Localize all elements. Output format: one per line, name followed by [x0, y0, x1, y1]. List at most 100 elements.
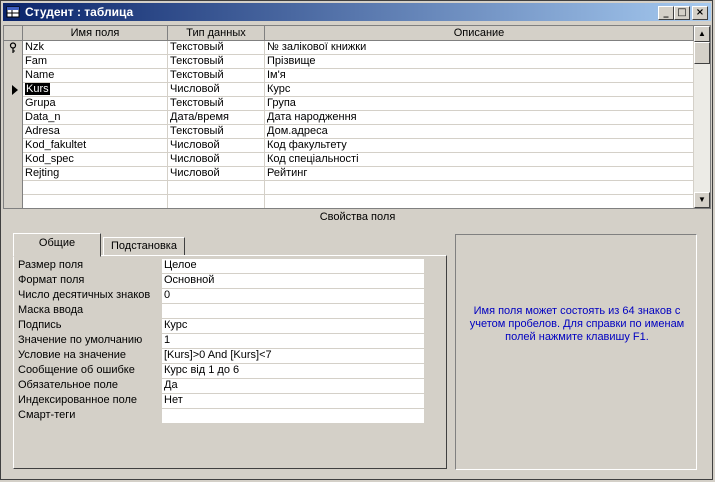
table-row[interactable]: Fam Текстовый Прізвище	[4, 55, 694, 69]
data-type-cell[interactable]: Числовой	[168, 83, 265, 96]
description-cell[interactable]	[265, 181, 694, 194]
property-value-field[interactable]: Курс	[162, 319, 424, 333]
minimize-button[interactable]: _	[658, 6, 674, 20]
title-bar[interactable]: Студент : таблица _ □ ×	[3, 3, 711, 21]
help-text: Имя поля может состоять из 64 знаков с у…	[469, 305, 685, 343]
row-selector[interactable]	[4, 195, 23, 208]
table-row[interactable]: Nzk Текстовый № залікової книжки	[4, 41, 694, 55]
data-type-cell-text: Текстовый	[170, 97, 224, 109]
table-row[interactable]: Kod_fakultet Числовой Код факультету	[4, 139, 694, 153]
data-type-cell[interactable]: Текстовый	[168, 55, 265, 68]
table-row[interactable]	[4, 181, 694, 195]
field-grid[interactable]: Имя поля Тип данных Описание Nzk Текстовы…	[3, 25, 711, 209]
field-name-cell-text: Grupa	[25, 97, 56, 109]
row-selector[interactable]	[4, 83, 23, 97]
field-name-cell[interactable]: Kod_spec	[23, 153, 168, 166]
row-selector[interactable]	[4, 167, 23, 181]
table-row[interactable]	[4, 195, 694, 208]
description-cell[interactable]	[265, 195, 694, 208]
description-cell[interactable]: Курс	[265, 83, 694, 96]
property-value-field[interactable]: Курс від 1 до 6	[162, 364, 424, 378]
field-name-cell[interactable]: Grupa	[23, 97, 168, 110]
table-row[interactable]: Adresa Текстовый Дом.адреса	[4, 125, 694, 139]
description-cell-text: Дата народження	[267, 111, 357, 123]
row-selector[interactable]	[4, 139, 23, 153]
data-type-cell[interactable]	[168, 181, 265, 194]
tab-lookup[interactable]: Подстановка	[103, 237, 185, 257]
description-cell[interactable]: Дом.адреса	[265, 125, 694, 138]
table-row[interactable]: Kod_spec Числовой Код спеціальності	[4, 153, 694, 167]
table-icon	[6, 6, 20, 18]
field-name-cell[interactable]: Fam	[23, 55, 168, 68]
property-row: Формат поля Основной	[18, 273, 424, 288]
description-cell[interactable]: Група	[265, 97, 694, 110]
data-type-cell[interactable]: Текстовый	[168, 69, 265, 82]
data-type-cell[interactable]: Текстовый	[168, 41, 265, 54]
row-selector[interactable]	[4, 153, 23, 167]
description-cell[interactable]: Код спеціальності	[265, 153, 694, 166]
row-selector[interactable]	[4, 181, 23, 195]
header-description[interactable]: Описание	[265, 26, 694, 41]
data-type-cell[interactable]: Числовой	[168, 167, 265, 180]
table-row[interactable]: Rejting Числовой Рейтинг	[4, 167, 694, 181]
data-type-cell[interactable]: Дата/время	[168, 111, 265, 124]
property-value-field[interactable]: 1	[162, 334, 424, 348]
data-type-cell-text: Текстовый	[170, 41, 224, 53]
row-selector[interactable]	[4, 41, 23, 55]
data-type-cell[interactable]: Числовой	[168, 139, 265, 152]
property-value-field[interactable]: Целое	[162, 259, 424, 273]
property-value-field[interactable]: Да	[162, 379, 424, 393]
data-type-cell[interactable]: Числовой	[168, 153, 265, 166]
header-field-name[interactable]: Имя поля	[23, 26, 168, 41]
maximize-button[interactable]: □	[674, 6, 690, 20]
table-row[interactable]: Grupa Текстовый Група	[4, 97, 694, 111]
field-name-cell[interactable]: Nzk	[23, 41, 168, 54]
field-name-cell[interactable]: Adresa	[23, 125, 168, 138]
data-type-cell-text: Числовой	[170, 167, 220, 179]
tab-general[interactable]: Общие	[13, 233, 101, 257]
property-value-field[interactable]: 0	[162, 289, 424, 303]
property-value-field[interactable]: Нет	[162, 394, 424, 408]
field-name-cell[interactable]	[23, 195, 168, 208]
description-cell[interactable]: Прізвище	[265, 55, 694, 68]
description-cell-text: Курс	[267, 83, 291, 95]
scroll-down-button[interactable]: ▼	[694, 192, 710, 208]
field-name-cell[interactable]: Rejting	[23, 167, 168, 180]
table-row[interactable]: Data_n Дата/время Дата народження	[4, 111, 694, 125]
field-name-cell[interactable]	[23, 181, 168, 194]
property-value-field[interactable]	[162, 304, 424, 318]
row-selector[interactable]	[4, 111, 23, 125]
description-cell[interactable]: Дата народження	[265, 111, 694, 124]
scroll-thumb[interactable]	[694, 42, 710, 64]
data-type-cell[interactable]: Текстовый	[168, 97, 265, 110]
field-name-cell[interactable]: Data_n	[23, 111, 168, 124]
field-name-cell[interactable]: Kod_fakultet	[23, 139, 168, 152]
table-row[interactable]: Name Текстовый Ім'я	[4, 69, 694, 83]
field-name-cell[interactable]: Name	[23, 69, 168, 82]
field-name-cell-text: Nzk	[25, 41, 44, 53]
description-cell[interactable]: Код факультету	[265, 139, 694, 152]
description-cell[interactable]: Рейтинг	[265, 167, 694, 180]
row-selector[interactable]	[4, 97, 23, 111]
data-type-cell[interactable]	[168, 195, 265, 208]
row-selector[interactable]	[4, 125, 23, 139]
property-label: Маска ввода	[18, 304, 84, 316]
field-name-cell[interactable]: Kurs	[23, 83, 168, 96]
property-label: Условие на значение	[18, 349, 127, 361]
row-selector[interactable]	[4, 55, 23, 69]
maximize-icon: □	[677, 7, 687, 18]
property-value-field[interactable]: Основной	[162, 274, 424, 288]
property-value-field[interactable]: [Kurs]>0 And [Kurs]<7	[162, 349, 424, 363]
row-selector[interactable]	[4, 69, 23, 83]
close-button[interactable]: ×	[692, 6, 708, 20]
scroll-up-button[interactable]: ▲	[694, 26, 710, 42]
description-cell[interactable]: Ім'я	[265, 69, 694, 82]
table-row[interactable]: Kurs Числовой Курс	[4, 83, 694, 97]
vertical-scrollbar[interactable]: ▲ ▼	[694, 26, 710, 208]
header-data-type[interactable]: Тип данных	[168, 26, 265, 41]
data-type-cell-text: Дата/время	[170, 111, 230, 123]
data-type-cell[interactable]: Текстовый	[168, 125, 265, 138]
description-cell[interactable]: № залікової книжки	[265, 41, 694, 54]
property-value-field[interactable]	[162, 409, 424, 423]
property-label: Подпись	[18, 319, 62, 331]
